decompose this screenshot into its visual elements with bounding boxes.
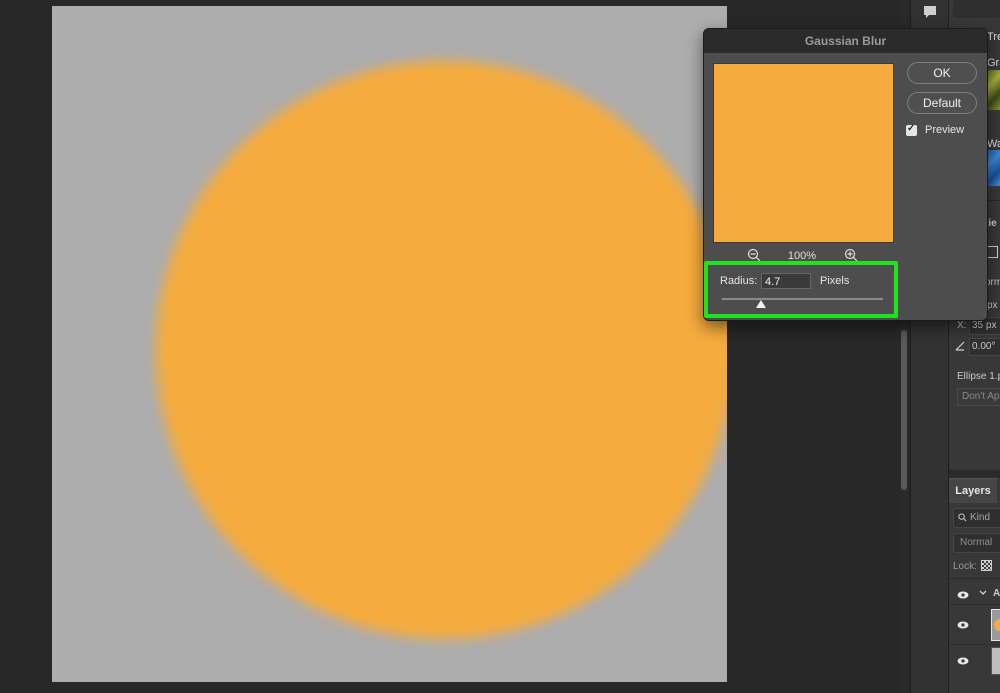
layer-row[interactable] [949,604,1000,645]
eye-icon[interactable] [957,657,969,665]
zoom-out-icon[interactable] [747,248,761,262]
panel-header-box [953,0,1000,18]
checkmark-icon: ✓ [907,123,916,134]
dialog-title: Gaussian Blur [804,34,887,48]
layer-row[interactable] [949,644,1000,685]
eye-icon[interactable] [957,591,969,599]
angle-icon [955,341,965,351]
dont-apply-button[interactable]: Don't Ap [957,388,1000,406]
chevron-down-icon[interactable] [979,590,987,596]
layer-thumbnail[interactable] [991,647,1000,675]
lock-label: Lock: [953,561,977,572]
highlight-annotation-box [704,261,898,318]
library-thumbnail[interactable] [987,70,1000,110]
library-item-label[interactable]: Tre [987,31,1000,43]
search-icon [958,513,967,522]
library-thumbnail[interactable] [987,150,1000,186]
preview-checkbox[interactable]: ✓ [906,123,917,136]
scrollbar-thumb[interactable] [901,330,907,490]
default-button[interactable]: Default [907,92,977,114]
layer-file-name: Ellipse 1.ps [957,371,1000,382]
blur-preview[interactable] [713,63,894,243]
width-unit: px [987,300,998,311]
library-item-label[interactable]: Gra [987,57,1000,69]
blend-mode-value: Normal [960,537,993,548]
angle-value: 0.00° [972,341,996,352]
comment-icon[interactable] [923,5,937,19]
layer-kind-filter[interactable]: Kind [953,508,1000,528]
document-canvas[interactable] [52,6,727,682]
blurred-ellipse [156,61,727,639]
dont-apply-label: Don't Ap [962,391,1000,402]
blend-mode-select[interactable]: Normal [953,533,1000,553]
x-label: X: [957,320,967,331]
eye-icon[interactable] [957,621,969,629]
group-name: A [993,588,1000,599]
dialog-titlebar[interactable]: Gaussian Blur [704,29,987,53]
tab-layers[interactable]: Layers [949,478,997,503]
preview-label: Preview [925,124,965,136]
kind-label: Kind [970,512,991,523]
layer-thumbnail[interactable] [991,609,1000,641]
library-item-label[interactable]: Wa [987,138,1000,150]
x-position-value: 35 px [972,320,997,331]
ok-button[interactable]: OK [907,62,977,84]
lock-transparency-icon[interactable] [981,560,992,571]
angle-field[interactable]: 0.00° [969,338,1000,356]
zoom-in-icon[interactable] [844,248,858,262]
layer-thumbnail-shape [994,619,1000,631]
tab-layers-label: Layers [955,485,991,497]
panel-divider [949,470,1000,478]
